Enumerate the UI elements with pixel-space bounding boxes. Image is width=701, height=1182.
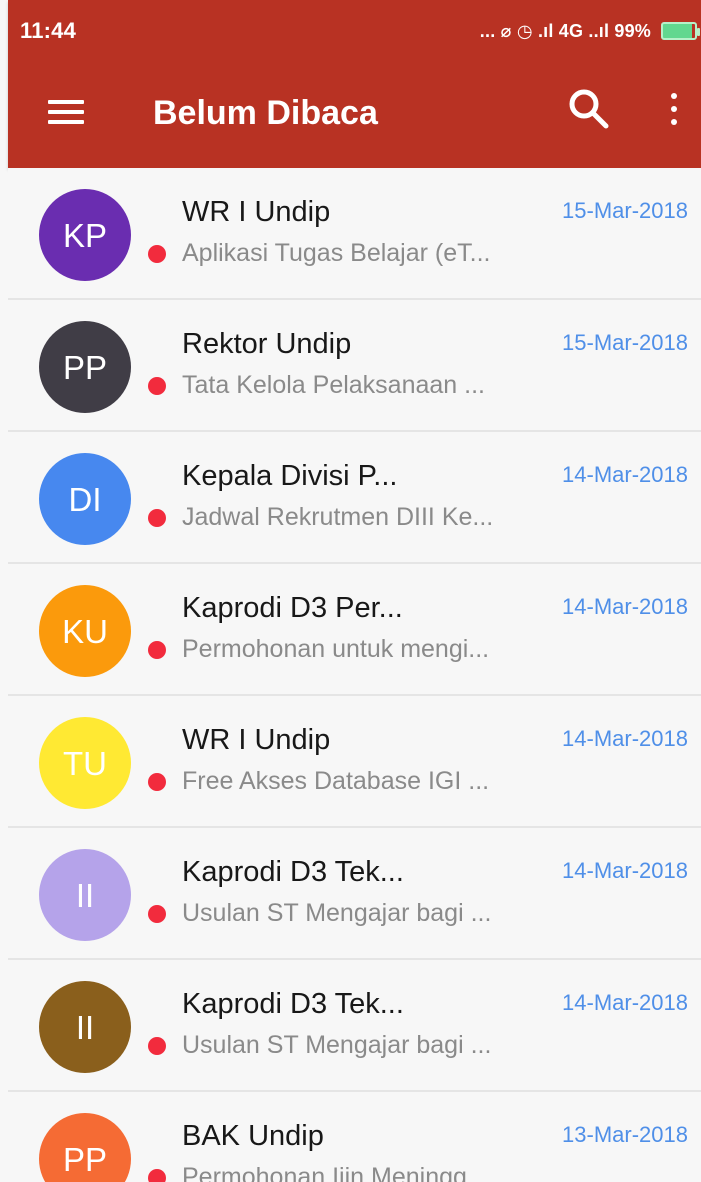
avatar: TU [39,717,131,809]
message-date: 14-Mar-2018 [562,594,688,619]
message-list-item[interactable]: PP Rektor Undip Tata Kelola Pelaksanaan … [8,300,701,432]
message-list-item[interactable]: TU WR I Undip Free Akses Database IGI ..… [8,696,701,828]
status-time: 11:44 [20,18,77,43]
subject-row: Usulan ST Mengajar bagi ... [148,899,491,928]
subject-row: Usulan ST Mengajar bagi ... [148,1031,491,1060]
message-subject: Tata Kelola Pelaksanaan ... [182,371,485,399]
app-screen: 11:44 ... ⌀ ◷ .ıl 4G ..ıl 99% Belum Diba… [0,0,701,1182]
message-list-item[interactable]: DI Kepala Divisi P... Jadwal Rekrutmen D… [8,432,701,564]
sender-name: Kaprodi D3 Tek... [182,988,404,1020]
avatar: DI [39,453,131,545]
avatar: PP [39,321,131,413]
sender-name: WR I Undip [182,196,331,228]
subject-row: Permohonan untuk mengi... [148,635,489,664]
unread-indicator [148,640,166,659]
unread-indicator [148,376,166,395]
subject-row: Aplikasi Tugas Belajar (eT... [148,239,490,268]
search-icon[interactable] [566,86,612,132]
message-date: 14-Mar-2018 [562,726,688,751]
message-list-item[interactable]: II Kaprodi D3 Tek... Usulan ST Mengajar … [8,828,701,960]
message-list-item[interactable]: KP WR I Undip Aplikasi Tugas Belajar (eT… [8,168,701,300]
message-date: 14-Mar-2018 [562,990,688,1015]
message-subject: Permohonan untuk mengi... [182,635,490,663]
message-date: 14-Mar-2018 [562,858,688,883]
unread-indicator [148,508,166,527]
message-subject: Free Akses Database IGI ... [182,767,490,795]
avatar: II [39,849,131,941]
avatar: KU [39,585,131,677]
more-options-icon[interactable] [658,86,688,132]
toolbar: Belum Dibaca [8,62,701,168]
page-title: Belum Dibaca [153,94,378,132]
sender-name: Kepala Divisi P... [182,460,398,492]
sender-name: Kaprodi D3 Per... [182,592,403,624]
battery-icon [661,22,700,40]
menu-icon[interactable] [48,92,88,132]
sender-name: Rektor Undip [182,328,352,360]
message-date: 13-Mar-2018 [562,1122,688,1147]
unread-indicator [148,904,166,923]
avatar: II [39,981,131,1073]
subject-row: Tata Kelola Pelaksanaan ... [148,371,485,400]
sender-name: BAK Undip [182,1120,324,1152]
status-icons-text: ... ⌀ ◷ .ıl 4G ..ıl 99% [479,20,651,41]
message-date: 15-Mar-2018 [562,330,688,355]
sender-name: WR I Undip [182,724,331,756]
message-list-item[interactable]: II Kaprodi D3 Tek... Usulan ST Mengajar … [8,960,701,1092]
message-subject: Permohonan Ijin Meningg... [182,1163,488,1182]
subject-row: Jadwal Rekrutmen DIII Ke... [148,503,493,532]
status-icons: ... ⌀ ◷ .ıl 4G ..ıl 99% [480,21,701,42]
message-date: 15-Mar-2018 [562,198,688,223]
message-date: 14-Mar-2018 [562,462,688,487]
subject-row: Free Akses Database IGI ... [148,767,489,796]
unread-indicator [148,1168,166,1182]
message-subject: Usulan ST Mengajar bagi ... [182,899,492,927]
avatar: KP [39,189,131,281]
app-bar: 11:44 ... ⌀ ◷ .ıl 4G ..ıl 99% Belum Diba… [8,0,701,168]
message-list: KP WR I Undip Aplikasi Tugas Belajar (eT… [8,168,701,1182]
message-subject: Jadwal Rekrutmen DIII Ke... [182,503,494,531]
status-bar: 11:44 ... ⌀ ◷ .ıl 4G ..ıl 99% [8,0,701,62]
message-subject: Usulan ST Mengajar bagi ... [182,1031,492,1059]
sender-name: Kaprodi D3 Tek... [182,856,404,888]
message-list-item[interactable]: KU Kaprodi D3 Per... Permohonan untuk me… [8,564,701,696]
unread-indicator [148,772,166,791]
subject-row: Permohonan Ijin Meningg... [148,1163,488,1182]
unread-indicator [148,1036,166,1055]
unread-indicator [148,244,166,263]
message-subject: Aplikasi Tugas Belajar (eT... [182,239,491,267]
avatar: PP [39,1113,131,1182]
message-list-item[interactable]: PP BAK Undip Permohonan Ijin Meningg... … [8,1092,701,1182]
